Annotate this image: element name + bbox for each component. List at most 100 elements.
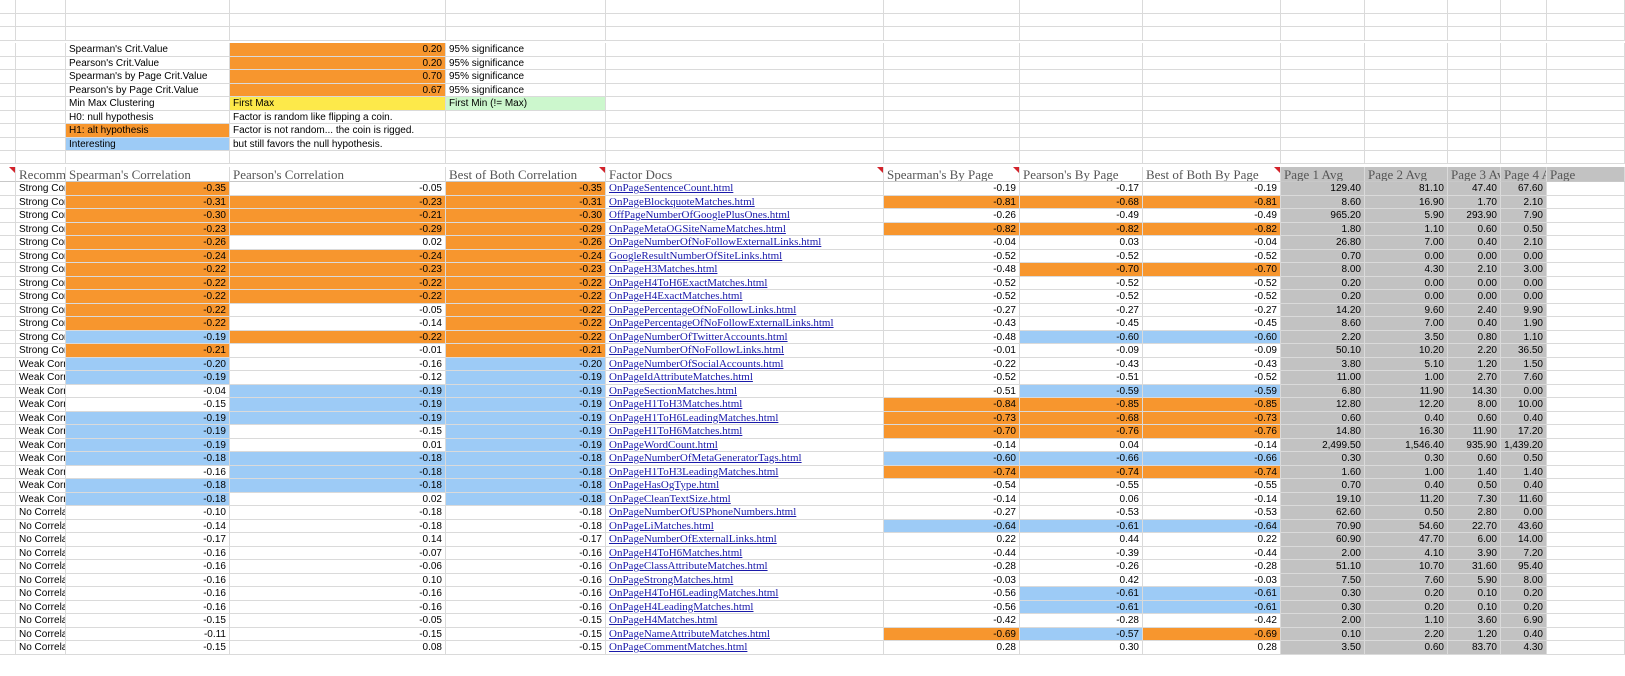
empty-cell[interactable]: [1547, 452, 1625, 466]
empty-cell[interactable]: [1547, 0, 1625, 14]
page-3-avg[interactable]: 1.70: [1448, 195, 1501, 209]
page-1-avg[interactable]: 2.00: [1281, 614, 1365, 628]
factor-doc-link[interactable]: OnPageH4ToH6Matches.html: [606, 546, 884, 560]
pearson-correlation[interactable]: -0.19: [230, 384, 446, 398]
spearman-by-page[interactable]: -0.48: [884, 330, 1020, 344]
empty-cell[interactable]: [606, 83, 884, 97]
pearson-correlation[interactable]: -0.23: [230, 195, 446, 209]
page-3-avg[interactable]: 2.10: [1448, 263, 1501, 277]
pearson-by-page[interactable]: -0.45: [1020, 317, 1143, 331]
spearman-correlation[interactable]: -0.21: [66, 344, 230, 358]
page-1-avg[interactable]: 14.20: [1281, 303, 1365, 317]
empty-cell[interactable]: [1281, 27, 1365, 41]
legend-value[interactable]: Factor is not random... the coin is rigg…: [230, 124, 446, 138]
empty-cell[interactable]: [230, 0, 446, 14]
best-of-both-correlation[interactable]: -0.23: [446, 263, 606, 277]
legend-note[interactable]: 95% significance: [446, 43, 606, 57]
pearson-by-page[interactable]: -0.49: [1020, 209, 1143, 223]
empty-cell[interactable]: [1547, 357, 1625, 371]
page-3-avg[interactable]: 11.90: [1448, 425, 1501, 439]
empty-cell[interactable]: [1448, 56, 1501, 70]
pearson-correlation[interactable]: -0.18: [230, 519, 446, 533]
pearson-by-page[interactable]: -0.17: [1020, 182, 1143, 196]
empty-cell[interactable]: [1281, 83, 1365, 97]
best-of-both-by-page[interactable]: -0.66: [1143, 452, 1281, 466]
empty-cell[interactable]: [0, 56, 16, 70]
row-marker[interactable]: [0, 330, 16, 344]
page-2-avg[interactable]: 54.60: [1365, 519, 1448, 533]
row-marker[interactable]: [0, 587, 16, 601]
page-1-avg[interactable]: 8.00: [1281, 263, 1365, 277]
spearman-by-page[interactable]: -0.28: [884, 560, 1020, 574]
page-2-avg[interactable]: 0.00: [1365, 249, 1448, 263]
empty-cell[interactable]: [16, 70, 66, 84]
pearson-by-page[interactable]: 0.30: [1020, 641, 1143, 655]
pearson-correlation[interactable]: -0.01: [230, 344, 446, 358]
row-marker[interactable]: [0, 209, 16, 223]
recommendation-cell[interactable]: Strong Correlation: [16, 317, 66, 331]
best-of-both-by-page[interactable]: -0.53: [1143, 506, 1281, 520]
pearson-by-page[interactable]: -0.09: [1020, 344, 1143, 358]
empty-cell[interactable]: [884, 110, 1020, 124]
best-of-both-by-page[interactable]: -0.70: [1143, 263, 1281, 277]
empty-cell[interactable]: [606, 124, 884, 138]
empty-cell[interactable]: [0, 110, 16, 124]
empty-cell[interactable]: [1020, 13, 1143, 27]
empty-cell[interactable]: [1547, 263, 1625, 277]
spearman-correlation[interactable]: -0.17: [66, 533, 230, 547]
pearson-by-page[interactable]: 0.06: [1020, 492, 1143, 506]
legend-label[interactable]: H0: null hypothesis: [66, 110, 230, 124]
empty-cell[interactable]: [1547, 533, 1625, 547]
best-of-both-correlation[interactable]: -0.19: [446, 411, 606, 425]
page-1-avg[interactable]: 3.50: [1281, 641, 1365, 655]
pearson-by-page[interactable]: -0.52: [1020, 276, 1143, 290]
page-1-avg[interactable]: 19.10: [1281, 492, 1365, 506]
empty-cell[interactable]: [1143, 83, 1281, 97]
best-of-both-by-page[interactable]: -0.28: [1143, 560, 1281, 574]
best-of-both-correlation[interactable]: -0.15: [446, 627, 606, 641]
page-3-avg[interactable]: 0.40: [1448, 317, 1501, 331]
spearman-by-page[interactable]: -0.48: [884, 263, 1020, 277]
row-marker[interactable]: [0, 276, 16, 290]
empty-cell[interactable]: [1143, 27, 1281, 41]
empty-cell[interactable]: [1448, 97, 1501, 111]
page-1-avg[interactable]: 0.20: [1281, 276, 1365, 290]
page-4-avg[interactable]: 11.60: [1501, 492, 1547, 506]
empty-cell[interactable]: [1547, 479, 1625, 493]
spearman-correlation[interactable]: -0.18: [66, 452, 230, 466]
legend-value[interactable]: First Max: [230, 97, 446, 111]
pearson-by-page[interactable]: -0.55: [1020, 479, 1143, 493]
empty-cell[interactable]: [1281, 0, 1365, 14]
factor-doc-link[interactable]: OnPageCleanTextSize.html: [606, 492, 884, 506]
factor-doc-link[interactable]: OnPageH1ToH6Matches.html: [606, 425, 884, 439]
empty-cell[interactable]: [16, 0, 66, 14]
page-3-avg[interactable]: 935.90: [1448, 438, 1501, 452]
recommendation-cell[interactable]: No Correlation: [16, 641, 66, 655]
legend-label[interactable]: Interesting: [66, 137, 230, 151]
empty-cell[interactable]: [16, 137, 66, 151]
recommendation-cell[interactable]: Strong Correlation: [16, 236, 66, 250]
page-2-avg[interactable]: 11.20: [1365, 492, 1448, 506]
spearman-by-page[interactable]: -0.14: [884, 438, 1020, 452]
pearson-correlation[interactable]: 0.02: [230, 492, 446, 506]
empty-cell[interactable]: [1448, 0, 1501, 14]
spearman-by-page[interactable]: -0.14: [884, 492, 1020, 506]
empty-cell[interactable]: [1547, 43, 1625, 57]
factor-doc-link[interactable]: OnPageH1ToH3Matches.html: [606, 398, 884, 412]
best-of-both-by-page[interactable]: -0.43: [1143, 357, 1281, 371]
page-4-avg[interactable]: 1.50: [1501, 357, 1547, 371]
best-of-both-correlation[interactable]: -0.19: [446, 425, 606, 439]
legend-value[interactable]: 0.20: [230, 56, 446, 70]
page-1-avg[interactable]: 3.80: [1281, 357, 1365, 371]
page-4-avg[interactable]: 0.20: [1501, 600, 1547, 614]
empty-cell[interactable]: [1365, 97, 1448, 111]
empty-cell[interactable]: [606, 27, 884, 41]
empty-cell[interactable]: [1448, 83, 1501, 97]
row-marker[interactable]: [0, 222, 16, 236]
row-marker[interactable]: [0, 519, 16, 533]
empty-cell[interactable]: [884, 124, 1020, 138]
pearson-correlation[interactable]: -0.05: [230, 614, 446, 628]
page-2-avg[interactable]: 16.90: [1365, 195, 1448, 209]
page-4-avg[interactable]: 0.00: [1501, 276, 1547, 290]
page-1-avg[interactable]: 1.80: [1281, 222, 1365, 236]
